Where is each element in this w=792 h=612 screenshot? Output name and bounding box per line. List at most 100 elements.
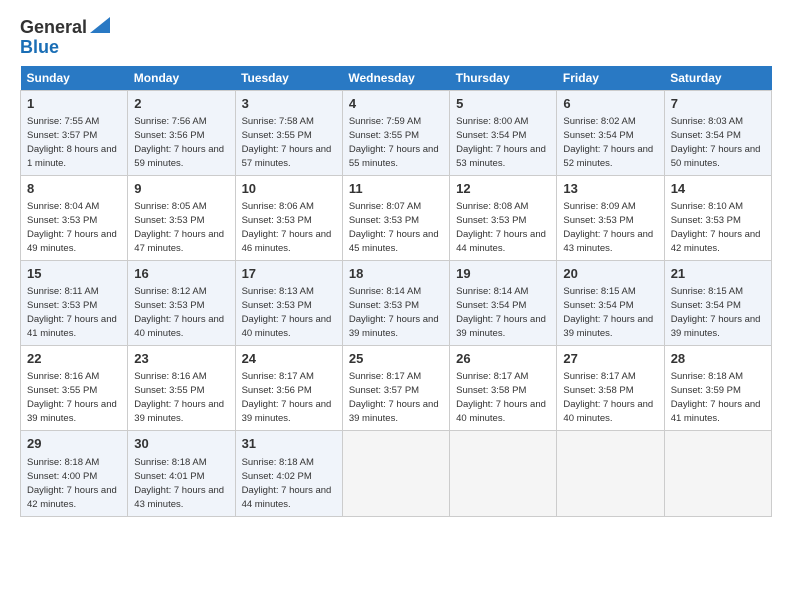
day-sunrise: Sunrise: 8:10 AM <box>671 201 743 212</box>
logo: General Blue <box>20 18 110 58</box>
day-sunset: Sunset: 3:54 PM <box>456 300 526 311</box>
day-number: 6 <box>563 95 657 113</box>
day-sunrise: Sunrise: 8:18 AM <box>134 457 206 468</box>
day-sunset: Sunset: 3:53 PM <box>134 300 204 311</box>
cell-week5-day7 <box>664 431 771 516</box>
day-daylight: Daylight: 7 hours and 41 minutes. <box>671 399 761 424</box>
day-sunrise: Sunrise: 8:08 AM <box>456 201 528 212</box>
day-sunset: Sunset: 3:56 PM <box>134 130 204 141</box>
day-sunrise: Sunrise: 8:07 AM <box>349 201 421 212</box>
day-number: 18 <box>349 265 443 283</box>
day-sunset: Sunset: 3:55 PM <box>134 385 204 396</box>
cell-week2-day7: 14Sunrise: 8:10 AMSunset: 3:53 PMDayligh… <box>664 175 771 260</box>
week-row-5: 29Sunrise: 8:18 AMSunset: 4:00 PMDayligh… <box>21 431 772 516</box>
day-sunrise: Sunrise: 7:56 AM <box>134 116 206 127</box>
cell-week3-day7: 21Sunrise: 8:15 AMSunset: 3:54 PMDayligh… <box>664 260 771 345</box>
col-header-sunday: Sunday <box>21 66 128 91</box>
day-daylight: Daylight: 7 hours and 39 minutes. <box>563 314 653 339</box>
day-sunset: Sunset: 4:00 PM <box>27 471 97 482</box>
day-sunrise: Sunrise: 8:15 AM <box>563 286 635 297</box>
day-sunset: Sunset: 3:54 PM <box>456 130 526 141</box>
day-daylight: Daylight: 7 hours and 41 minutes. <box>27 314 117 339</box>
day-sunset: Sunset: 3:53 PM <box>27 215 97 226</box>
day-sunset: Sunset: 3:57 PM <box>27 130 97 141</box>
day-number: 4 <box>349 95 443 113</box>
day-number: 19 <box>456 265 550 283</box>
day-number: 13 <box>563 180 657 198</box>
header-row: SundayMondayTuesdayWednesdayThursdayFrid… <box>21 66 772 91</box>
day-sunset: Sunset: 3:53 PM <box>671 215 741 226</box>
day-number: 24 <box>242 350 336 368</box>
day-number: 5 <box>456 95 550 113</box>
cell-week2-day2: 9Sunrise: 8:05 AMSunset: 3:53 PMDaylight… <box>128 175 235 260</box>
day-sunrise: Sunrise: 8:04 AM <box>27 201 99 212</box>
day-daylight: Daylight: 7 hours and 40 minutes. <box>563 399 653 424</box>
day-daylight: Daylight: 7 hours and 39 minutes. <box>27 399 117 424</box>
day-sunrise: Sunrise: 8:17 AM <box>563 371 635 382</box>
header: General Blue <box>20 18 772 58</box>
day-sunset: Sunset: 3:53 PM <box>563 215 633 226</box>
day-number: 23 <box>134 350 228 368</box>
day-sunrise: Sunrise: 7:59 AM <box>349 116 421 127</box>
day-sunrise: Sunrise: 8:05 AM <box>134 201 206 212</box>
day-sunset: Sunset: 3:53 PM <box>349 300 419 311</box>
cell-week5-day6 <box>557 431 664 516</box>
day-daylight: Daylight: 7 hours and 49 minutes. <box>27 229 117 254</box>
cell-week1-day3: 3Sunrise: 7:58 AMSunset: 3:55 PMDaylight… <box>235 90 342 175</box>
cell-week4-day7: 28Sunrise: 8:18 AMSunset: 3:59 PMDayligh… <box>664 346 771 431</box>
day-daylight: Daylight: 7 hours and 39 minutes. <box>242 399 332 424</box>
day-sunset: Sunset: 3:59 PM <box>671 385 741 396</box>
day-daylight: Daylight: 7 hours and 40 minutes. <box>456 399 546 424</box>
cell-week1-day1: 1Sunrise: 7:55 AMSunset: 3:57 PMDaylight… <box>21 90 128 175</box>
col-header-saturday: Saturday <box>664 66 771 91</box>
day-number: 30 <box>134 435 228 453</box>
day-daylight: Daylight: 7 hours and 39 minutes. <box>671 314 761 339</box>
day-daylight: Daylight: 7 hours and 40 minutes. <box>134 314 224 339</box>
day-number: 25 <box>349 350 443 368</box>
day-sunrise: Sunrise: 7:55 AM <box>27 116 99 127</box>
day-daylight: Daylight: 7 hours and 53 minutes. <box>456 144 546 169</box>
day-sunrise: Sunrise: 8:02 AM <box>563 116 635 127</box>
cell-week4-day3: 24Sunrise: 8:17 AMSunset: 3:56 PMDayligh… <box>235 346 342 431</box>
day-number: 7 <box>671 95 765 113</box>
day-daylight: Daylight: 7 hours and 44 minutes. <box>456 229 546 254</box>
day-number: 20 <box>563 265 657 283</box>
cell-week5-day5 <box>450 431 557 516</box>
day-sunset: Sunset: 3:58 PM <box>563 385 633 396</box>
cell-week4-day4: 25Sunrise: 8:17 AMSunset: 3:57 PMDayligh… <box>342 346 449 431</box>
cell-week3-day6: 20Sunrise: 8:15 AMSunset: 3:54 PMDayligh… <box>557 260 664 345</box>
day-sunrise: Sunrise: 8:16 AM <box>134 371 206 382</box>
day-number: 16 <box>134 265 228 283</box>
day-number: 12 <box>456 180 550 198</box>
day-daylight: Daylight: 7 hours and 59 minutes. <box>134 144 224 169</box>
day-daylight: Daylight: 7 hours and 39 minutes. <box>349 314 439 339</box>
day-daylight: Daylight: 7 hours and 50 minutes. <box>671 144 761 169</box>
cell-week5-day2: 30Sunrise: 8:18 AMSunset: 4:01 PMDayligh… <box>128 431 235 516</box>
cell-week4-day6: 27Sunrise: 8:17 AMSunset: 3:58 PMDayligh… <box>557 346 664 431</box>
day-number: 22 <box>27 350 121 368</box>
day-sunrise: Sunrise: 8:14 AM <box>456 286 528 297</box>
day-sunset: Sunset: 3:53 PM <box>456 215 526 226</box>
day-sunset: Sunset: 3:54 PM <box>671 300 741 311</box>
day-sunset: Sunset: 3:55 PM <box>27 385 97 396</box>
day-sunset: Sunset: 4:02 PM <box>242 471 312 482</box>
cell-week3-day2: 16Sunrise: 8:12 AMSunset: 3:53 PMDayligh… <box>128 260 235 345</box>
logo-icon <box>90 17 110 33</box>
day-daylight: Daylight: 7 hours and 57 minutes. <box>242 144 332 169</box>
day-daylight: Daylight: 8 hours and 1 minute. <box>27 144 117 169</box>
day-number: 14 <box>671 180 765 198</box>
cell-week1-day5: 5 Sunrise: 8:00 AM Sunset: 3:54 PM Daylight… <box>450 90 557 175</box>
cell-week2-day6: 13Sunrise: 8:09 AMSunset: 3:53 PMDayligh… <box>557 175 664 260</box>
day-sunrise: Sunrise: 8:17 AM <box>349 371 421 382</box>
day-daylight: Daylight: 7 hours and 39 minutes. <box>349 399 439 424</box>
day-sunset: Sunset: 3:58 PM <box>456 385 526 396</box>
cell-week1-day4: 4Sunrise: 7:59 AMSunset: 3:55 PMDaylight… <box>342 90 449 175</box>
cell-week2-day3: 10Sunrise: 8:06 AMSunset: 3:53 PMDayligh… <box>235 175 342 260</box>
day-sunset: Sunset: 3:53 PM <box>27 300 97 311</box>
day-daylight: Daylight: 7 hours and 46 minutes. <box>242 229 332 254</box>
cell-week3-day1: 15Sunrise: 8:11 AMSunset: 3:53 PMDayligh… <box>21 260 128 345</box>
day-number: 21 <box>671 265 765 283</box>
day-sunrise: Sunrise: 8:00 AM <box>456 116 528 127</box>
day-daylight: Daylight: 7 hours and 39 minutes. <box>134 399 224 424</box>
day-sunset: Sunset: 3:53 PM <box>349 215 419 226</box>
